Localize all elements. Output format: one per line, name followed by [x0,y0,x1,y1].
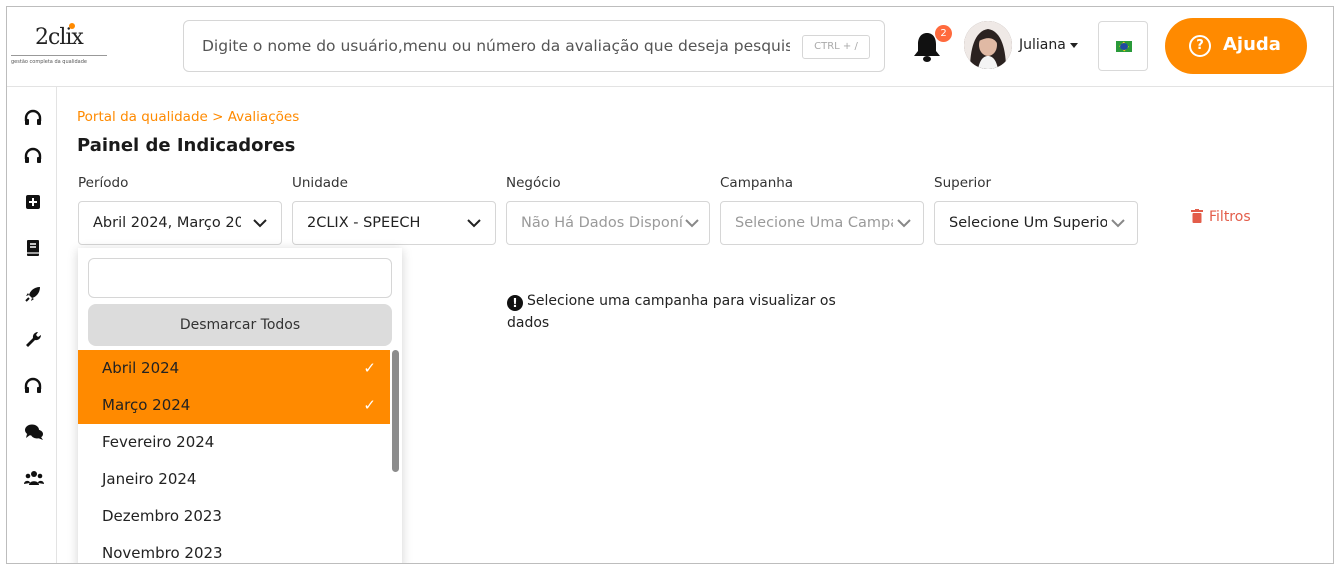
logo-divider [11,55,107,56]
help-button[interactable]: ? Ajuda [1165,18,1307,74]
chevron-down-icon [467,219,481,228]
users-icon[interactable] [24,469,44,487]
periodo-value: Abril 2024, Março 2024 [93,215,241,231]
search-placeholder: Digite o nome do usuário,menu ou número … [202,37,790,55]
headset-icon[interactable] [24,109,42,127]
rocket-icon[interactable] [24,285,42,303]
dropdown-scrollbar[interactable] [392,350,399,472]
brazil-flag-globe [1120,43,1128,50]
exclamation-circle-icon: ! [507,295,523,311]
filters-label: Filtros [1209,209,1251,225]
language-button[interactable] [1098,21,1148,71]
dropdown-option-label: Janeiro 2024 [102,470,197,488]
app-frame: 2clix gestão completa da qualidade Digit… [6,6,1334,564]
user-menu[interactable]: Juliana [1019,37,1078,53]
negocio-select[interactable]: Não Há Dados Disponíveis [506,201,710,245]
comments-icon[interactable] [24,423,44,441]
top-header: 2clix gestão completa da qualidade Digit… [7,7,1333,87]
dropdown-search-input[interactable] [88,258,392,298]
breadcrumb[interactable]: Portal da qualidade > Avaliações [77,109,299,125]
caret-down-icon [1069,42,1078,48]
logo-dot [69,23,75,29]
dropdown-option-label: Abril 2024 [102,359,180,377]
question-circle-icon: ? [1189,35,1211,57]
campanha-label: Campanha [720,175,794,191]
dropdown-option[interactable]: Dezembro 2023 [78,498,390,535]
logo-text: 2clix [35,25,84,50]
dropdown-option[interactable]: Fevereiro 2024 [78,424,390,461]
empty-state-notice: ! Selecione uma campanha para visualizar … [507,290,877,334]
user-name: Juliana [1019,37,1066,53]
dropdown-option[interactable]: Março 2024 ✓ [78,387,390,424]
help-label: Ajuda [1223,34,1281,55]
dropdown-option-label: Fevereiro 2024 [102,433,215,451]
unidade-label: Unidade [292,175,348,191]
campanha-value: Selecione Uma Campanha [735,215,893,231]
search-shortcut-hint: CTRL + / [802,35,870,59]
chevron-down-icon [1111,219,1125,228]
campanha-select[interactable]: Selecione Uma Campanha [720,201,924,245]
chevron-down-icon [253,219,267,228]
dropdown-option[interactable]: Abril 2024 ✓ [78,350,390,387]
periodo-dropdown: Desmarcar Todos Abril 2024 ✓ Março 2024 ✓ Fe… [78,248,402,563]
notifications-button[interactable]: 2 [913,25,952,65]
unidade-select[interactable]: 2CLIX - SPEECH [292,201,496,245]
superior-value: Selecione Um Superior [949,215,1107,231]
chevron-down-icon [685,219,699,228]
global-search-input[interactable]: Digite o nome do usuário,menu ou número … [183,20,885,72]
wrench-icon[interactable] [24,331,42,349]
dropdown-option-label: Março 2024 [102,396,191,414]
sidebar [7,87,57,563]
dropdown-options-list: Abril 2024 ✓ Março 2024 ✓ Fevereiro 2024 Jane… [78,350,390,563]
periodo-label: Período [78,175,129,191]
chevron-down-icon [897,219,911,228]
dropdown-option[interactable]: Janeiro 2024 [78,461,390,498]
check-icon: ✓ [363,396,376,414]
notice-text: Selecione uma campanha para visualizar o… [507,293,836,331]
superior-select[interactable]: Selecione Um Superior [934,201,1138,245]
dropdown-option[interactable]: Novembro 2023 [78,535,390,563]
periodo-select[interactable]: Abril 2024, Março 2024 [78,201,282,245]
check-icon: ✓ [363,359,376,377]
unidade-value: 2CLIX - SPEECH [307,215,421,231]
page-title: Painel de Indicadores [77,135,296,156]
dropdown-option-label: Dezembro 2023 [102,507,222,525]
clear-filters-button[interactable]: Filtros [1191,209,1251,225]
headset-icon[interactable] [24,377,42,395]
dropdown-option-label: Novembro 2023 [102,544,223,562]
avatar-photo [964,21,1012,69]
logo[interactable]: 2clix gestão completa da qualidade [11,19,109,69]
logo-tagline: gestão completa da qualidade [11,59,87,65]
avatar[interactable] [964,21,1012,69]
notification-badge: 2 [935,25,952,42]
negocio-value: Não Há Dados Disponíveis [521,215,683,231]
negocio-label: Negócio [506,175,561,191]
trash-icon [1191,209,1203,223]
superior-label: Superior [934,175,992,191]
clear-selection-button[interactable]: Desmarcar Todos [88,304,392,346]
plus-square-icon[interactable] [24,193,42,211]
book-icon[interactable] [24,239,42,257]
headset-icon[interactable] [24,147,42,165]
